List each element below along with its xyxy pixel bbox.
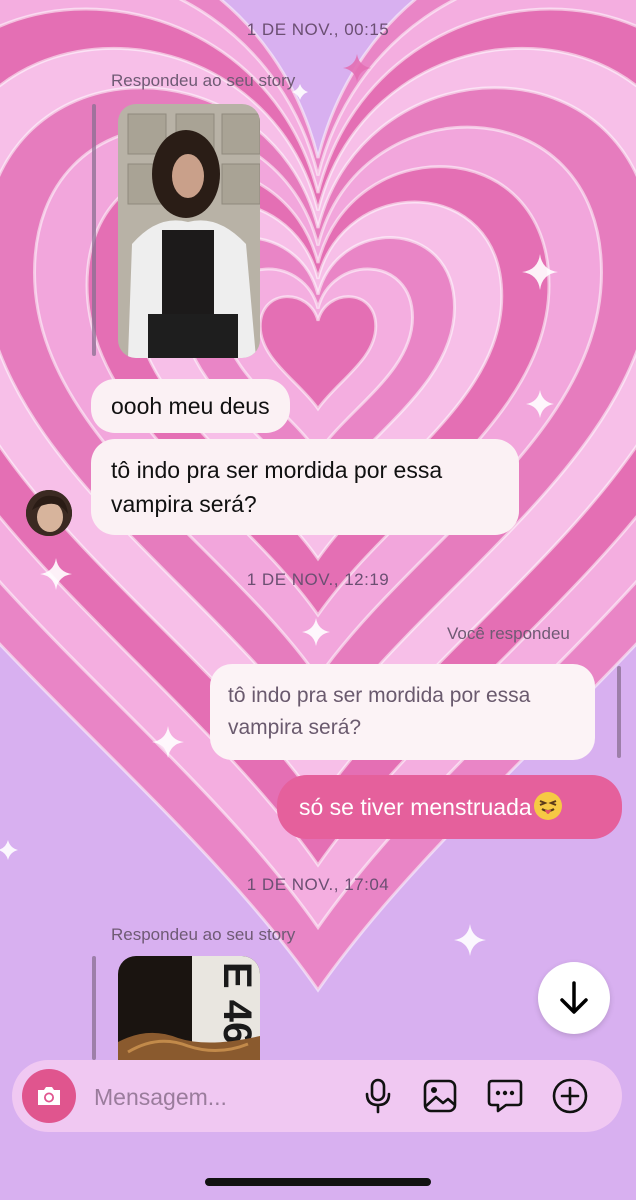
quoted-line: tô indo pra ser mordida por essa	[228, 684, 531, 707]
sticker-icon	[487, 1079, 523, 1113]
you-replied-caption: Você respondeu	[447, 624, 570, 643]
story-reply-caption: Respondeu ao seu story	[111, 925, 296, 944]
message-outgoing[interactable]: só se tiver menstruada	[277, 775, 622, 839]
message-line: vampira será?	[111, 491, 257, 517]
sticker-button[interactable]	[484, 1075, 526, 1117]
message-text: só se tiver menstruada	[299, 794, 532, 820]
avatar-photo	[26, 490, 72, 536]
story-reply-bar	[92, 104, 96, 356]
microphone-icon	[365, 1078, 391, 1114]
avatar[interactable]	[26, 490, 72, 536]
plus-button[interactable]	[549, 1075, 591, 1117]
microphone-button[interactable]	[357, 1075, 399, 1117]
squinting-tongue-emoji-icon	[533, 792, 562, 820]
message-input[interactable]	[92, 1074, 356, 1120]
gallery-icon	[423, 1079, 457, 1113]
message-incoming[interactable]: tô indo pra ser mordida por essa vampira…	[91, 439, 519, 535]
gallery-button[interactable]	[419, 1075, 461, 1117]
timestamp-1: 1 DE NOV., 00:15	[246, 20, 390, 39]
reply-bar	[617, 666, 621, 758]
quoted-message[interactable]: tô indo pra ser mordida por essa vampira…	[210, 664, 595, 760]
plus-icon	[552, 1078, 588, 1114]
message-composer	[12, 1060, 622, 1132]
story-reply-caption: Respondeu ao seu story	[111, 71, 296, 90]
message-incoming[interactable]: oooh meu deus	[91, 379, 290, 433]
scroll-to-bottom-button[interactable]	[538, 962, 610, 1034]
timestamp-2: 1 DE NOV., 12:19	[246, 570, 390, 589]
camera-button[interactable]	[22, 1069, 76, 1123]
camera-icon	[38, 1087, 60, 1105]
arrow-down-icon	[560, 981, 588, 1014]
timestamp-3: 1 DE NOV., 17:04	[246, 875, 390, 894]
quoted-line: vampira será?	[228, 716, 362, 739]
story-photo	[118, 104, 260, 358]
message-line: tô indo pra ser mordida por essa	[111, 457, 443, 483]
home-indicator	[205, 1178, 431, 1186]
story-photo: E 46.0.0	[118, 956, 260, 1060]
story-thumbnail[interactable]	[118, 104, 260, 358]
story-thumbnail[interactable]: E 46.0.0	[118, 956, 260, 1060]
story-reply-bar	[92, 956, 96, 1060]
